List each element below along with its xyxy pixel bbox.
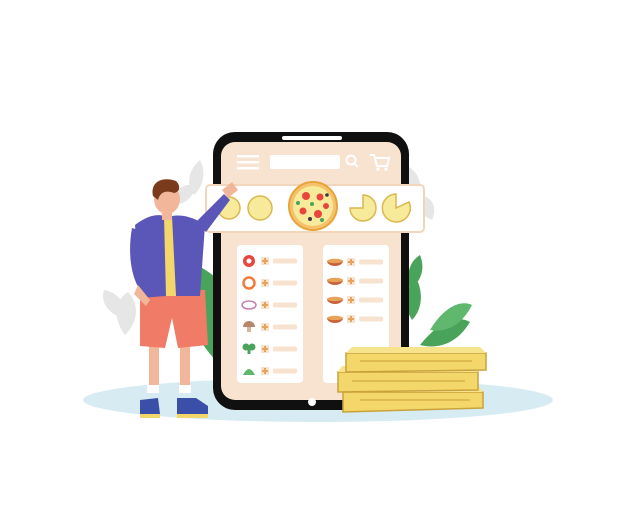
add-icon[interactable]: [261, 257, 269, 265]
pizza-box: [337, 371, 479, 393]
item-label-placeholder: [359, 316, 383, 322]
item-label-placeholder: [359, 259, 383, 265]
add-icon[interactable]: [261, 301, 269, 309]
pizza-box: [342, 391, 484, 413]
add-icon[interactable]: [347, 296, 355, 304]
add-icon[interactable]: [261, 367, 269, 375]
item-label-placeholder: [273, 302, 297, 308]
pizza-box: [345, 352, 487, 373]
item-label-placeholder: [273, 280, 297, 286]
phone-speaker: [282, 136, 342, 140]
hamburger-menu-icon[interactable]: [237, 155, 259, 170]
phone-home-button: [308, 398, 316, 406]
item-label-placeholder: [273, 346, 297, 352]
item-label-placeholder: [273, 324, 297, 330]
pizza-size-selector: [205, 181, 425, 233]
add-icon[interactable]: [261, 323, 269, 331]
search-input[interactable]: [270, 155, 340, 169]
add-icon[interactable]: [347, 277, 355, 285]
tomato-icon: [243, 255, 255, 267]
pizza-with-toppings-icon[interactable]: [288, 181, 338, 231]
illustration: [83, 132, 553, 422]
item-label-placeholder: [359, 278, 383, 284]
add-icon[interactable]: [261, 279, 269, 287]
add-icon[interactable]: [261, 345, 269, 353]
item-label-placeholder: [359, 297, 383, 303]
pizza-box-stack: [337, 347, 487, 413]
add-icon[interactable]: [347, 315, 355, 323]
pizza-plain-icon[interactable]: [247, 195, 273, 221]
add-icon[interactable]: [347, 258, 355, 266]
item-label-placeholder: [273, 368, 297, 374]
item-label-placeholder: [273, 258, 297, 264]
